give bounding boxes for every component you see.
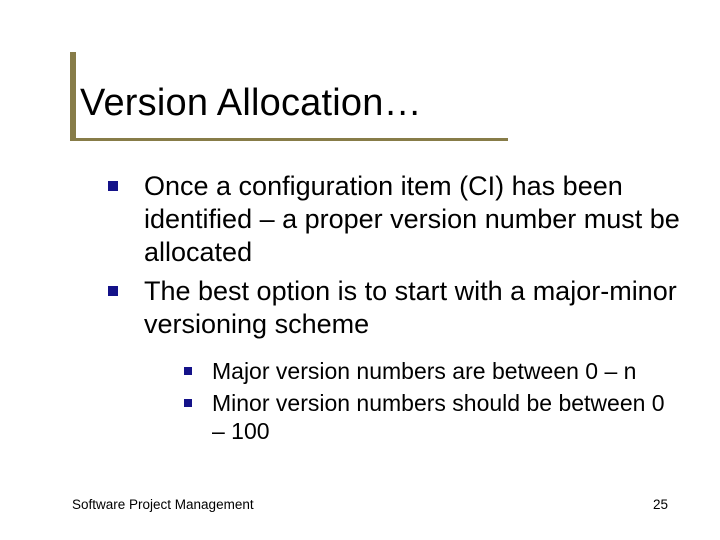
sublist: Major version numbers are between 0 – n … <box>184 357 680 445</box>
title-block: Version Allocation… <box>80 82 422 125</box>
title-accent-horizontal <box>70 138 508 141</box>
list-item-text: Once a configuration item (CI) has been … <box>144 171 680 267</box>
list-item: The best option is to start with a major… <box>108 275 680 445</box>
square-bullet-icon <box>108 286 118 296</box>
list-item-text: Major version numbers are between 0 – n <box>212 358 636 384</box>
list-item: Major version numbers are between 0 – n <box>184 357 680 385</box>
list-item-text: Minor version numbers should be between … <box>212 390 665 444</box>
square-bullet-icon <box>108 181 118 191</box>
slide-title: Version Allocation… <box>80 82 422 125</box>
list-item: Minor version numbers should be between … <box>184 389 680 445</box>
slide-body: Once a configuration item (CI) has been … <box>108 170 680 451</box>
square-bullet-icon <box>184 367 192 375</box>
square-bullet-icon <box>184 399 192 407</box>
list-item: Once a configuration item (CI) has been … <box>108 170 680 269</box>
footer-left: Software Project Management <box>72 497 254 512</box>
list-item-text: The best option is to start with a major… <box>144 276 677 339</box>
slide: Version Allocation… Once a configuration… <box>0 0 720 540</box>
slide-number: 25 <box>653 497 668 512</box>
title-accent-vertical <box>70 52 76 138</box>
